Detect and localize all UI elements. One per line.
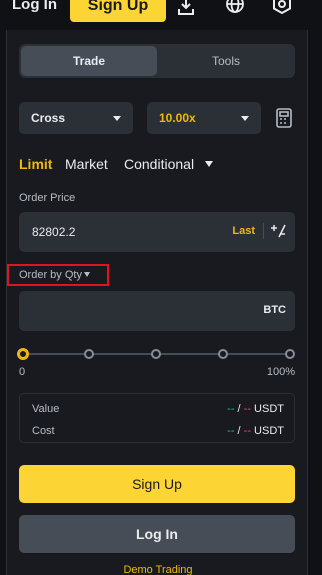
order-by-qty-dropdown[interactable]: Order by Qty bbox=[7, 264, 109, 286]
value-amount: -- / -- USDT bbox=[227, 403, 284, 415]
trade-panel: Trade Tools Cross 10.00x Limit Market Co… bbox=[6, 30, 308, 575]
slider-handle[interactable] bbox=[17, 348, 29, 360]
order-info-box: Value -- / -- USDT Cost -- / -- USDT bbox=[19, 393, 295, 443]
chevron-down-icon bbox=[113, 116, 121, 121]
margin-mode-select[interactable]: Cross bbox=[19, 102, 133, 134]
cost-amount: -- / -- USDT bbox=[227, 425, 284, 437]
last-price-button[interactable]: Last bbox=[232, 225, 255, 237]
signup-button[interactable]: Sign Up bbox=[19, 465, 295, 503]
order-price-input[interactable]: 82802.2 Last bbox=[19, 212, 295, 252]
chevron-down-icon bbox=[241, 116, 249, 121]
order-price-value[interactable]: 82802.2 bbox=[32, 225, 75, 239]
quantity-unit: BTC bbox=[263, 304, 286, 316]
header-login-link[interactable]: Log In bbox=[12, 0, 57, 13]
settings-icon[interactable] bbox=[271, 0, 293, 18]
order-by-qty-label: Order by Qty bbox=[19, 269, 82, 281]
tab-trade[interactable]: Trade bbox=[21, 46, 157, 76]
slider-step-75[interactable] bbox=[218, 349, 228, 359]
header-signup-button[interactable]: Sign Up bbox=[70, 0, 166, 22]
cost-label: Cost bbox=[32, 425, 55, 437]
leverage-select[interactable]: 10.00x bbox=[147, 102, 261, 134]
download-icon[interactable] bbox=[175, 0, 197, 18]
leverage-value: 10.00x bbox=[159, 111, 196, 125]
slider-step-100[interactable] bbox=[285, 349, 295, 359]
margin-mode-value: Cross bbox=[31, 111, 66, 125]
order-price-label: Order Price bbox=[19, 192, 76, 204]
order-type-conditional[interactable]: Conditional bbox=[124, 156, 194, 172]
top-bar: Log In Sign Up bbox=[0, 0, 322, 30]
caret-down-icon bbox=[83, 272, 90, 277]
value-label: Value bbox=[32, 403, 60, 415]
slider-step-50[interactable] bbox=[151, 349, 161, 359]
order-type-market[interactable]: Market bbox=[65, 156, 108, 172]
plus-minus-icon[interactable] bbox=[270, 223, 286, 239]
calculator-icon[interactable] bbox=[275, 108, 293, 128]
globe-icon[interactable] bbox=[224, 0, 246, 18]
slider-step-25[interactable] bbox=[84, 349, 94, 359]
caret-down-icon[interactable] bbox=[205, 161, 213, 167]
slider-max-label: 100% bbox=[266, 366, 295, 378]
quantity-input[interactable]: BTC bbox=[19, 291, 295, 331]
panel-tabs: Trade Tools bbox=[19, 44, 295, 78]
tab-tools[interactable]: Tools bbox=[159, 46, 293, 76]
demo-trading-link[interactable]: Demo Trading bbox=[7, 564, 309, 575]
divider bbox=[263, 223, 264, 239]
slider-min-label: 0 bbox=[19, 366, 26, 378]
order-type-limit[interactable]: Limit bbox=[19, 156, 52, 172]
login-button[interactable]: Log In bbox=[19, 515, 295, 553]
